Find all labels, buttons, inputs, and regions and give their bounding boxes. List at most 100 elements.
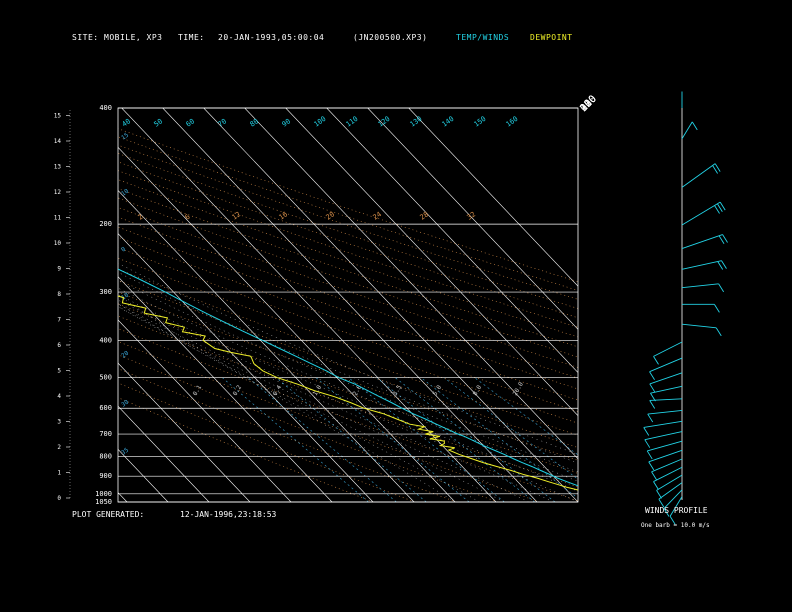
dry-adiabat-label: 120 [377, 115, 392, 129]
adiabat-label-row2: 20 [325, 210, 337, 221]
dry-adiabat-label: 150 [473, 115, 488, 129]
dry-adiabat-label: 110 [345, 115, 360, 129]
wind-barb-flag [648, 461, 655, 471]
km-tick-label: 7 [57, 317, 61, 324]
dry-adiabat-line [118, 382, 416, 502]
winds-profile-title: WINDS PROFILE [645, 506, 708, 515]
isotherm-line [118, 146, 456, 502]
grid-group [0, 108, 578, 502]
adiabat-label-row2: 6 [184, 213, 192, 222]
wind-barb-flag [718, 283, 725, 293]
series-group [118, 268, 578, 491]
plot-frame [117, 107, 579, 503]
isotherm-line [326, 108, 578, 373]
moist-adiabat-line [118, 303, 480, 502]
dry-adiabat-label: 70 [217, 117, 229, 128]
dry-adiabat-line [118, 207, 578, 368]
dry-adiabat-line [118, 197, 578, 358]
wind-barb-shaft [647, 409, 683, 415]
winds-profile-note: One barb = 10.0 m/s [641, 522, 710, 529]
wind-barb-shaft [656, 474, 683, 491]
moist-adiabat-line [118, 287, 578, 482]
mixing-ratio-label: 0.1 [192, 384, 204, 397]
moist-adiabat-line [118, 306, 505, 502]
km-tick-label: 13 [54, 164, 62, 171]
plot-generated-value: 12-JAN-1996,23:18:53 [180, 510, 277, 519]
wind-barb-flag [714, 304, 720, 313]
dry-adiabat-line [118, 280, 578, 448]
pressure-tick-label: 900 [99, 472, 112, 480]
wind-barb-flag [653, 356, 659, 365]
isotherm-line [118, 362, 251, 502]
km-tick-label: 14 [54, 138, 62, 145]
km-tick-label: 8 [57, 291, 61, 298]
wind-barb-flag [721, 260, 727, 269]
km-tick-label: 0 [57, 495, 61, 502]
dry-adiabat-label: 160 [505, 115, 520, 129]
pressure-tick-label: 400 [99, 336, 112, 344]
isotherm-line [0, 108, 86, 502]
dry-adiabat-line [118, 179, 578, 338]
km-tick-label: 9 [57, 266, 61, 273]
wind-barb-flag [643, 427, 650, 436]
wind-barb-shaft [653, 341, 683, 357]
moist-label: 0 [120, 246, 127, 254]
dry-adiabat-label: 140 [441, 115, 456, 129]
pressure-tick-label: 1000 [95, 490, 112, 498]
isotherm-line [285, 108, 578, 417]
adiabat-label-row2: 24 [372, 210, 384, 221]
mixing-ratio-label: 8.0 [472, 384, 484, 397]
dry-adiabat-line [118, 291, 578, 461]
wind-barb-shaft [681, 201, 721, 226]
wind-barb-flag [715, 327, 722, 337]
pressure-tick-label: 700 [99, 430, 112, 438]
dry-adiabat-label: 50 [153, 117, 165, 128]
wind-barb-flag [649, 400, 656, 409]
moist-label: 20 [120, 350, 130, 360]
km-tick-label: 2 [57, 444, 61, 451]
wind-barb-flag [656, 490, 662, 499]
mixing-ratio-line [348, 377, 505, 502]
km-tick-label: 1 [57, 470, 61, 477]
dry-adiabat-label: 80 [249, 117, 261, 128]
wind-barb-flag [649, 383, 656, 393]
temp-series-line [118, 268, 578, 487]
wind-barb-shaft [648, 449, 683, 463]
plot-generated-label: PLOT GENERATED: [72, 510, 145, 519]
wind-barb-shaft [643, 420, 683, 428]
mixing-ratio-line [222, 377, 369, 502]
wind-barb-flag [647, 413, 654, 423]
pressure-tick-label: 500 [99, 374, 112, 382]
wind-barb-shaft [644, 431, 683, 441]
dry-adiabat-line [118, 354, 499, 502]
dry-adiabat-line [118, 328, 578, 502]
dry-adiabat-label: 130 [409, 115, 424, 129]
mixing-ratio-label: 0.2 [232, 384, 244, 397]
wind-barb-shaft [650, 385, 683, 394]
moist-adiabat-line [118, 299, 578, 502]
km-tick-label: 6 [57, 342, 61, 349]
dry-adiabat-line [118, 226, 578, 390]
dry-adiabat-line [118, 161, 578, 319]
mixing-ratio-line [420, 377, 578, 499]
isotherm-line [0, 108, 4, 502]
wind-barb-flag [653, 481, 659, 490]
mixing-ratio-line [248, 377, 397, 502]
pressure-tick-label: 1050 [95, 498, 112, 506]
isotherm-line [244, 108, 578, 460]
mixing-ratio-line [376, 377, 535, 502]
dry-adiabat-line [118, 128, 578, 282]
moist-adiabat-line [118, 303, 554, 502]
mixing-ratio-label: 0.4 [272, 384, 284, 397]
isotherm-line [367, 108, 578, 330]
km-tick-label: 4 [57, 393, 61, 400]
wind-barb-shaft [681, 260, 722, 270]
dry-adiabat-label: 100 [313, 115, 328, 129]
wind-barb-flag [644, 439, 651, 448]
dry-adiabat-line [118, 153, 578, 309]
adiabat-label-row2: 12 [231, 210, 243, 221]
dry-adiabat-line [118, 170, 578, 328]
km-tick-label: 10 [54, 240, 62, 247]
mixing-ratio-line [444, 377, 578, 480]
isotherm-line [408, 108, 578, 287]
